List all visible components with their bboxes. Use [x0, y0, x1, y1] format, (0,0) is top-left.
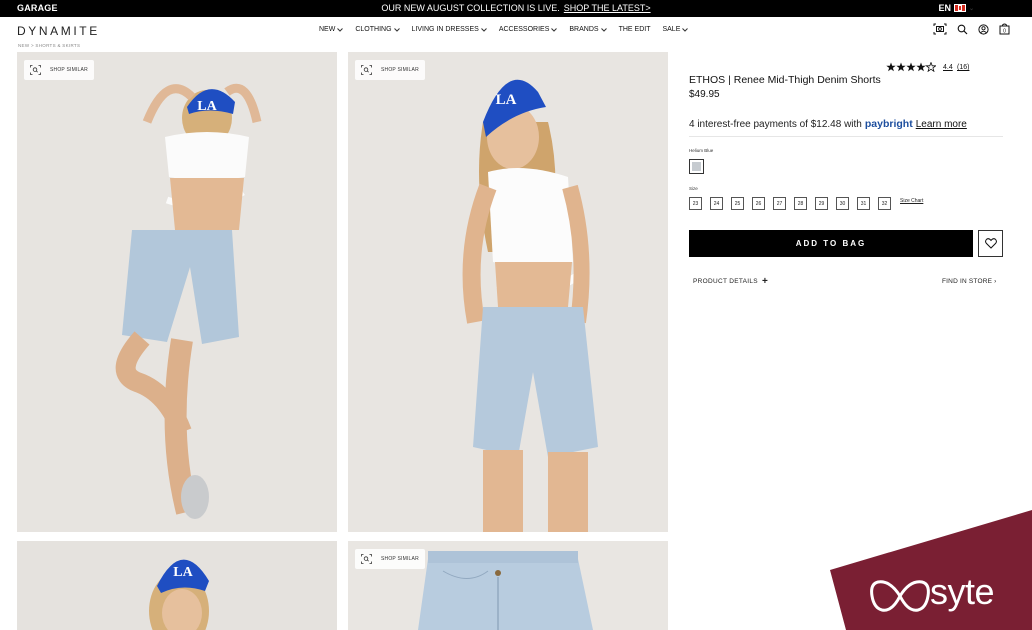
- account-icon[interactable]: [978, 23, 989, 35]
- site-header: DYNAMITE NEW > SHORTS & SKIRTS NEW CLOTH…: [0, 17, 1032, 51]
- nav-item-living-in-dresses[interactable]: LIVING IN DRESSES: [412, 26, 487, 33]
- size-option[interactable]: 24: [710, 197, 723, 210]
- language-label: EN: [938, 3, 951, 13]
- rating-stars: [886, 62, 936, 72]
- header-icons: 0: [933, 23, 1010, 35]
- nav-label: CLOTHING: [355, 26, 392, 33]
- paybright-logo: paybright: [864, 118, 913, 130]
- nav-item-clothing[interactable]: CLOTHING: [355, 26, 400, 33]
- add-to-bag-button[interactable]: ADD TO BAG: [689, 230, 973, 257]
- size-option[interactable]: 31: [857, 197, 870, 210]
- heart-icon: [984, 238, 997, 249]
- camera-search-icon[interactable]: [933, 23, 947, 35]
- shop-similar-label: SHOP SIMILAR: [381, 67, 419, 73]
- svg-text:LA: LA: [496, 92, 517, 108]
- nav-label: NEW: [319, 26, 336, 33]
- chevron-right-icon: ›: [994, 278, 997, 285]
- size-selector: 23 24 25 26 27 28 29 30 31 32: [689, 197, 891, 210]
- nav-item-the-edit[interactable]: THE EDIT: [619, 26, 651, 33]
- size-option[interactable]: 26: [752, 197, 765, 210]
- nav-label: SALE: [662, 26, 681, 33]
- chevron-down-icon: [337, 27, 344, 32]
- product-details-toggle[interactable]: PRODUCT DETAILS +: [693, 276, 768, 287]
- size-chart-link[interactable]: Size Chart: [900, 198, 923, 204]
- nav-item-accessories[interactable]: ACCESSORIES: [499, 26, 558, 33]
- size-option[interactable]: 28: [794, 197, 807, 210]
- product-details-label: PRODUCT DETAILS: [693, 278, 758, 285]
- size-option[interactable]: 27: [773, 197, 786, 210]
- learn-more-link[interactable]: Learn more: [916, 119, 967, 130]
- breadcrumb[interactable]: NEW > SHORTS & SKIRTS: [18, 43, 80, 48]
- installments-info: 4 interest-free payments of $12.48 with …: [689, 118, 967, 130]
- rating-value[interactable]: 4.4: [943, 64, 953, 71]
- nav-item-brands[interactable]: BRANDS: [569, 26, 607, 33]
- main-nav: NEW CLOTHING LIVING IN DRESSES ACCESSORI…: [319, 26, 689, 33]
- promo-text: OUR NEW AUGUST COLLECTION IS LIVE. SHOP T…: [0, 3, 1032, 13]
- chevron-down-icon: [393, 27, 400, 32]
- shop-similar-label: SHOP SIMILAR: [381, 556, 419, 562]
- visual-search-icon: [361, 554, 372, 564]
- syte-wordmark: syte: [930, 571, 995, 612]
- shop-similar-button[interactable]: SHOP SIMILAR: [355, 549, 425, 569]
- installments-text: 4 interest-free payments of $12.48 with: [689, 119, 862, 130]
- find-in-store-label: FIND IN STORE: [942, 278, 993, 285]
- cart-icon[interactable]: 0: [999, 23, 1010, 35]
- canada-flag-icon: [953, 4, 966, 12]
- chevron-down-icon: [600, 27, 607, 32]
- color-label: Helium Blue: [689, 148, 714, 153]
- product-image-4[interactable]: SHOP SIMILAR: [348, 541, 668, 630]
- nav-label: LIVING IN DRESSES: [411, 26, 479, 33]
- size-option[interactable]: 23: [689, 197, 702, 210]
- shop-similar-label: SHOP SIMILAR: [50, 67, 88, 73]
- size-option[interactable]: 29: [815, 197, 828, 210]
- chevron-down-icon: [682, 27, 689, 32]
- nav-item-new[interactable]: NEW: [319, 26, 344, 33]
- language-selector[interactable]: EN ⌄: [938, 3, 974, 13]
- size-option[interactable]: 25: [731, 197, 744, 210]
- product-image-1[interactable]: SHOP SIMILAR LA: [17, 52, 337, 532]
- model-photo-2: LA: [348, 52, 668, 532]
- product-image-3[interactable]: LA: [17, 541, 337, 630]
- model-photo-3: LA: [17, 541, 337, 630]
- dynamite-logo[interactable]: DYNAMITE: [17, 24, 100, 38]
- cart-count: 0: [1003, 28, 1006, 34]
- syte-badge: [830, 510, 1032, 630]
- nav-label: BRANDS: [569, 26, 599, 33]
- product-title: ETHOS | Renee Mid-Thigh Denim Shorts: [689, 74, 881, 86]
- model-photo-1: LA: [17, 52, 337, 532]
- search-icon[interactable]: [957, 24, 968, 35]
- shop-latest-link[interactable]: SHOP THE LATEST>: [564, 3, 651, 13]
- svg-text:LA: LA: [173, 565, 193, 580]
- chevron-down-icon: [551, 27, 558, 32]
- nav-label: THE EDIT: [618, 26, 651, 33]
- announcement-bar: GARAGE OUR NEW AUGUST COLLECTION IS LIVE…: [0, 0, 1032, 17]
- visual-search-icon: [30, 65, 41, 75]
- size-option[interactable]: 32: [878, 197, 891, 210]
- star-rating-icon: [886, 62, 936, 72]
- wishlist-button[interactable]: [978, 230, 1003, 257]
- swatch-fill: [692, 162, 701, 171]
- nav-label: ACCESSORIES: [498, 26, 550, 33]
- product-price: $49.95: [689, 89, 720, 100]
- chevron-down-icon: ⌄: [968, 5, 974, 12]
- find-in-store-link[interactable]: FIND IN STORE ›: [942, 278, 997, 285]
- nav-item-sale[interactable]: SALE: [662, 26, 689, 33]
- shop-similar-button[interactable]: SHOP SIMILAR: [355, 60, 425, 80]
- promo-message: OUR NEW AUGUST COLLECTION IS LIVE.: [381, 3, 560, 13]
- divider: [689, 136, 1003, 137]
- review-count-link[interactable]: (16): [957, 64, 969, 71]
- shop-similar-button[interactable]: SHOP SIMILAR: [24, 60, 94, 80]
- size-option[interactable]: 30: [836, 197, 849, 210]
- plus-icon: +: [761, 276, 769, 287]
- visual-search-icon: [361, 65, 372, 75]
- size-label: Size: [689, 186, 698, 191]
- svg-text:LA: LA: [197, 99, 217, 114]
- chevron-down-icon: [480, 27, 487, 32]
- product-image-2[interactable]: SHOP SIMILAR LA: [348, 52, 668, 532]
- color-swatch-helium-blue[interactable]: [689, 159, 704, 174]
